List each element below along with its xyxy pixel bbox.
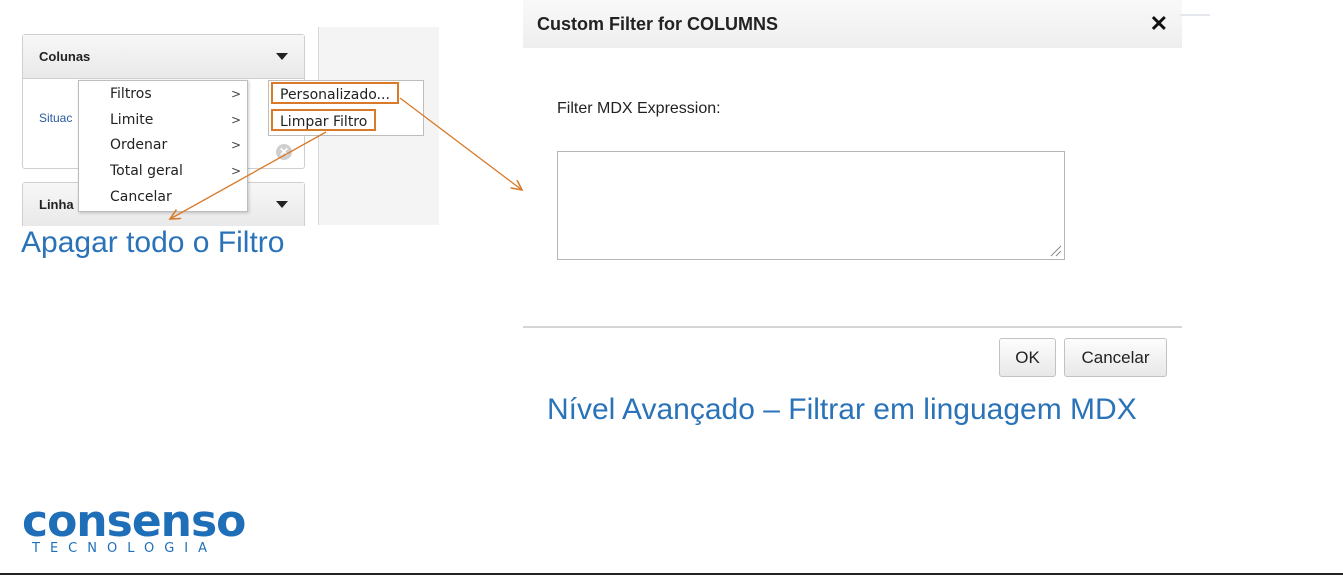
menu-item-label: Limite — [110, 112, 154, 128]
menu-item-filtros[interactable]: Filtros > — [110, 83, 241, 105]
dialog-title-bar: Custom Filter for COLUMNS ✕ — [523, 0, 1182, 48]
menu-item-label: Cancelar — [110, 189, 172, 205]
submenu-arrow-icon: > — [230, 138, 241, 152]
menu-item-ordenar[interactable]: Ordenar > — [110, 134, 241, 156]
ok-button[interactable]: OK — [999, 338, 1056, 377]
clear-icon[interactable]: ✕ — [276, 144, 292, 160]
filter-submenu: Personalizado... Limpar Filtro — [268, 80, 424, 136]
caret-down-icon[interactable] — [276, 53, 288, 60]
submenu-arrow-icon: > — [230, 87, 241, 101]
submenu-arrow-icon: > — [230, 164, 241, 178]
situac-label: Situac — [39, 111, 73, 125]
caret-down-icon[interactable] — [276, 201, 288, 208]
context-menu: Filtros > Limite > Ordenar > Total geral… — [78, 80, 248, 212]
menu-item-label: Total geral — [110, 163, 183, 179]
submenu-item-personalizado[interactable]: Personalizado... — [271, 82, 399, 104]
menu-item-total-geral[interactable]: Total geral > — [110, 160, 241, 182]
cancel-button[interactable]: Cancelar — [1064, 338, 1167, 377]
menu-item-label: Ordenar — [110, 137, 168, 153]
menu-item-label: Filtros — [110, 86, 152, 102]
logo-wordmark: consenso — [22, 496, 246, 547]
consenso-logo: consenso TECNOLOGIA — [22, 496, 246, 557]
submenu-item-limpar-filtro[interactable]: Limpar Filtro — [271, 109, 377, 131]
menu-item-limite[interactable]: Limite > — [110, 109, 241, 131]
bottom-rule — [0, 573, 1343, 575]
dialog-divider — [523, 326, 1182, 328]
dialog-title: Custom Filter for COLUMNS — [537, 13, 778, 34]
filter-mdx-label: Filter MDX Expression: — [557, 100, 721, 117]
menu-item-cancelar[interactable]: Cancelar — [110, 186, 241, 208]
decorative-line — [1180, 14, 1210, 16]
submenu-arrow-icon: > — [230, 113, 241, 127]
mdx-expression-input[interactable] — [557, 151, 1065, 260]
logo-subtitle: TECNOLOGIA — [32, 541, 218, 556]
close-icon[interactable]: ✕ — [1150, 11, 1168, 37]
caption-apagar-filtro: Apagar todo o Filtro — [21, 226, 285, 259]
caption-nivel-avancado: Nível Avançado – Filtrar em linguagem MD… — [547, 393, 1137, 426]
colunas-title: Colunas — [39, 49, 91, 64]
linhas-title: Linha — [39, 197, 74, 212]
colunas-header[interactable]: Colunas — [23, 35, 304, 79]
